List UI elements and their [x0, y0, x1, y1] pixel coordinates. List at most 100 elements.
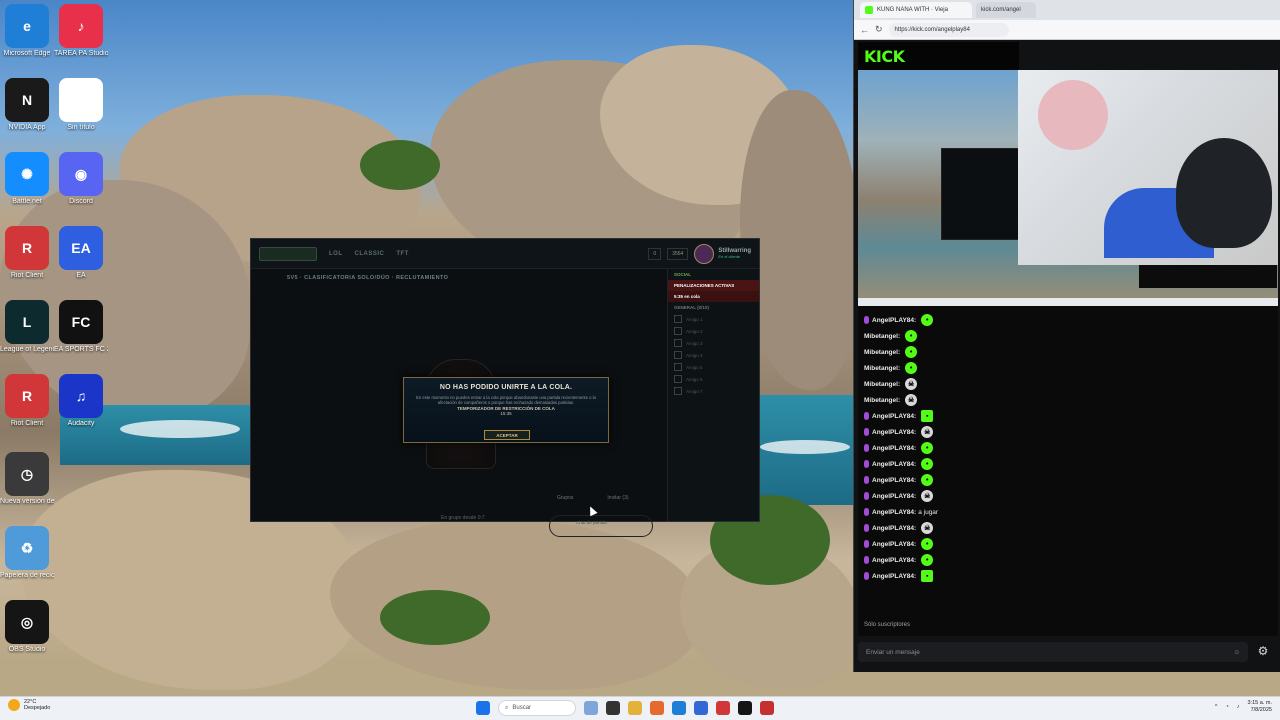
chat-message: AngelPLAY84: ☠: [864, 488, 1272, 504]
obs-icon[interactable]: [738, 701, 752, 715]
lobby-chat[interactable]: Chat de partida: [549, 515, 653, 537]
chrome-icon[interactable]: [650, 701, 664, 715]
desktop-icon-label: EA: [76, 272, 86, 279]
desktop-icon[interactable]: FC EA SPORTS FC 26: [54, 300, 108, 354]
tab-tft[interactable]: TFT: [396, 251, 409, 257]
friend-row[interactable]: Amigo 6: [668, 373, 759, 385]
settings-gear-icon[interactable]: ⚙: [1255, 644, 1271, 660]
start-icon[interactable]: [476, 701, 490, 715]
friend-name: Amigo 1: [686, 316, 703, 322]
riot-client-icon[interactable]: [716, 701, 730, 715]
desktop-icon[interactable]: e Microsoft Edge: [0, 4, 54, 58]
url-input[interactable]: https://kick.com/angelplay84: [888, 22, 1009, 37]
lobby-tabs: Grupos Invitar (3): [557, 495, 629, 501]
friend-row[interactable]: Amigo 7: [668, 385, 759, 397]
friend-row[interactable]: Amigo 1: [668, 313, 759, 325]
webcam-person-cap: [1176, 138, 1272, 248]
desktop-icon[interactable]: ◷ Nueva versión de Valorant: [0, 452, 54, 506]
desktop-icon[interactable]: ◉ Discord: [54, 152, 108, 206]
browser-tab-active[interactable]: KUNG NANA WITH · Vieja: [860, 2, 972, 18]
friends-header[interactable]: GENERAL (0/10): [668, 302, 759, 313]
friend-avatar: [674, 351, 682, 359]
browser-tab-title: KUNG NANA WITH · Vieja: [877, 7, 948, 13]
avatar[interactable]: [694, 243, 715, 264]
chat-username[interactable]: AngelPLAY84:: [872, 461, 916, 468]
refresh-icon[interactable]: ↻: [875, 24, 883, 35]
desktop-icon[interactable]: R Riot Client: [0, 374, 54, 428]
chat-username[interactable]: AngelPLAY84:: [872, 509, 916, 516]
taskbar-search[interactable]: ⌕ Buscar: [498, 700, 576, 716]
mic-badge-icon: [864, 444, 869, 452]
app-icon: ♫: [59, 374, 103, 418]
chat-username[interactable]: Mibetangel:: [864, 381, 900, 388]
desktop-icon-label: TAREA PA Studio: [54, 50, 108, 57]
chat-username[interactable]: Mibetangel:: [864, 397, 900, 404]
app-icon: FC: [59, 300, 103, 344]
rp-balance[interactable]: 0: [648, 247, 662, 260]
volume-icon[interactable]: ♪: [1237, 704, 1240, 710]
league-icon[interactable]: [760, 701, 774, 715]
accept-button[interactable]: ACEPTAR: [484, 430, 530, 440]
desktop-icon-label: Audacity: [67, 420, 95, 427]
stream-video[interactable]: [858, 70, 1278, 306]
desktop-icon-label: Discord: [69, 198, 93, 205]
edge-icon[interactable]: [672, 701, 686, 715]
app-icon: ◉: [59, 152, 103, 196]
tab-lol[interactable]: LOL: [329, 251, 343, 257]
widgets-icon[interactable]: [584, 701, 598, 715]
desktop-icon[interactable]: ♪ TAREA PA Studio: [54, 4, 108, 58]
friend-row[interactable]: Amigo 4: [668, 349, 759, 361]
clock[interactable]: 3:15 a. m. 7/8/2025: [1248, 700, 1272, 714]
desktop-icon[interactable]: R Riot Client: [0, 226, 54, 280]
profile-status: En el cliente: [718, 254, 741, 259]
desktop-icon[interactable]: L League of Legends: [0, 300, 54, 354]
sun-icon: [8, 699, 20, 711]
chat-username[interactable]: AngelPLAY84:: [872, 525, 916, 532]
chat-message: AngelPLAY84: ▪: [864, 408, 1272, 424]
emoji-icon[interactable]: ☺: [1233, 649, 1240, 656]
desktop-icon[interactable]: ✺ Battle.net: [0, 152, 54, 206]
browser-address-bar: ← ↻ https://kick.com/angelplay84: [854, 20, 1280, 40]
friend-row[interactable]: Amigo 5: [668, 361, 759, 373]
chat-input[interactable]: Enviar un mensaje ☺: [858, 642, 1248, 662]
task-view-icon[interactable]: [606, 701, 620, 715]
desktop-icon[interactable]: EA EA: [54, 226, 108, 280]
chat-username[interactable]: AngelPLAY84:: [872, 317, 916, 324]
chat-username[interactable]: AngelPLAY84:: [872, 445, 916, 452]
chat-username[interactable]: AngelPLAY84:: [872, 429, 916, 436]
emote-icon: ☠: [921, 522, 934, 534]
tab-classic[interactable]: CLASSIC: [355, 251, 385, 257]
tab-invite[interactable]: Invitar (3): [607, 495, 628, 501]
chat-username[interactable]: AngelPLAY84:: [872, 573, 916, 580]
chat-username[interactable]: Mibetangel:: [864, 333, 900, 340]
tab-groups[interactable]: Grupos: [557, 495, 573, 501]
chat-username[interactable]: Mibetangel:: [864, 365, 900, 372]
chat-username[interactable]: AngelPLAY84:: [872, 493, 916, 500]
chat-username[interactable]: AngelPLAY84:: [872, 413, 916, 420]
desktop-icon[interactable]: ♫ Audacity: [54, 374, 108, 428]
store-icon[interactable]: [694, 701, 708, 715]
chat-username[interactable]: AngelPLAY84:: [872, 541, 916, 548]
chat-message: AngelPLAY84: •: [864, 536, 1272, 552]
weather-widget[interactable]: 22°C Despejado: [8, 699, 50, 711]
profile-area[interactable]: Stillwarring En el cliente: [694, 243, 751, 264]
chat-username[interactable]: AngelPLAY84:: [872, 477, 916, 484]
file-explorer-icon[interactable]: [628, 701, 642, 715]
mic-badge-icon: [864, 572, 869, 580]
chevron-up-icon[interactable]: ^: [1215, 704, 1218, 710]
chat-username[interactable]: Mibetangel:: [864, 349, 900, 356]
be-balance[interactable]: 3564: [667, 247, 689, 260]
desktop-icon[interactable]: ◎ OBS Studio: [0, 600, 54, 654]
play-button[interactable]: [259, 246, 317, 261]
desktop-icon[interactable]: Sin título: [54, 78, 108, 132]
kick-logo[interactable]: KICK: [864, 47, 905, 66]
clock-time: 3:15 a. m.: [1247, 700, 1272, 706]
friend-row[interactable]: Amigo 2: [668, 325, 759, 337]
friend-row[interactable]: Amigo 3: [668, 337, 759, 349]
desktop-icon[interactable]: ♻ Papelera de reciclaje: [0, 526, 54, 580]
chat-username[interactable]: AngelPLAY84:: [872, 557, 916, 564]
back-icon[interactable]: ←: [860, 25, 869, 35]
wifi-icon[interactable]: ◔: [1225, 704, 1228, 710]
browser-tab-inactive[interactable]: kick.com/angel: [976, 2, 1036, 18]
desktop-icon[interactable]: N NVIDIA App: [0, 78, 54, 132]
